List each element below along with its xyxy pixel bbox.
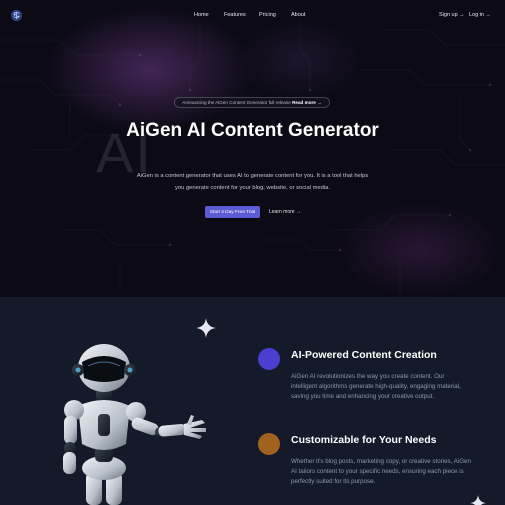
sparkle-icon	[470, 495, 486, 505]
nav-link-home[interactable]: Home	[194, 12, 209, 18]
nav-link-features[interactable]: Features	[224, 12, 246, 18]
hero-subtitle: AiGen is a content generator that uses A…	[136, 173, 369, 191]
signup-link[interactable]: Sign up →	[439, 12, 465, 18]
feature-icon-custom	[258, 433, 280, 455]
nav-link-about[interactable]: About	[291, 12, 305, 18]
login-link[interactable]: Log in →	[469, 12, 491, 18]
read-more-link[interactable]: Read more →	[292, 100, 322, 105]
robot-illustration	[63, 344, 206, 505]
learn-more-link[interactable]: Learn more →	[269, 209, 301, 215]
feature-text-ai: AiGen AI revolutionizes the way you crea…	[291, 373, 461, 400]
top-navbar: Home Features Pricing About Sign up → Lo…	[0, 0, 505, 32]
feature-text-custom: Whether it's blog posts, marketing copy,…	[291, 458, 471, 485]
hero-section: Home Features Pricing About Sign up → Lo…	[0, 0, 505, 297]
announcement-text: Announcing the AiGen Content Generator f…	[182, 100, 291, 105]
feature-title-ai: AI-Powered Content Creation	[291, 349, 437, 361]
circuit-background	[0, 20, 505, 297]
feature-title-custom: Customizable for Your Needs	[291, 434, 437, 446]
nav-link-pricing[interactable]: Pricing	[259, 12, 276, 18]
announcement-banner[interactable]: Announcing the AiGen Content Generator f…	[174, 97, 330, 108]
sparkle-icon	[196, 318, 216, 338]
hero-title: AiGen AI Content Generator	[126, 120, 379, 141]
feature-icon-ai	[258, 348, 280, 370]
brain-logo-icon[interactable]	[10, 9, 23, 22]
start-trial-button[interactable]: Start 3 Day Free Trial	[205, 206, 260, 218]
